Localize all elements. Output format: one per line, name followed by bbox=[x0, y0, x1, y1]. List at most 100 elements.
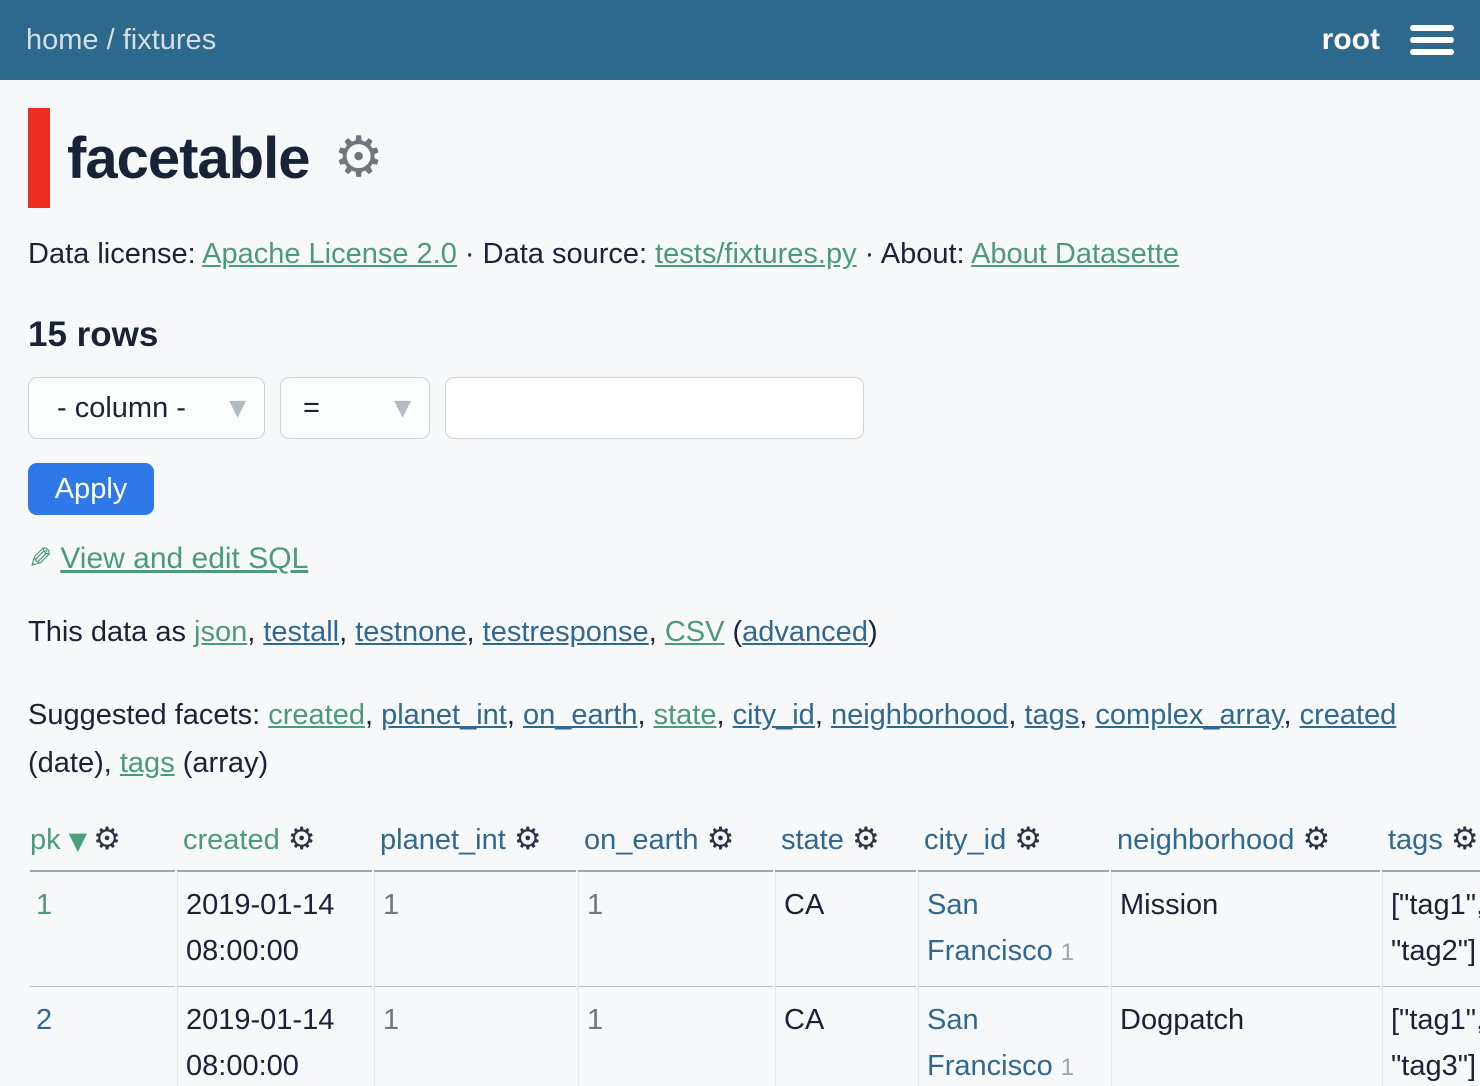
cell-pk: 2 bbox=[30, 987, 175, 1086]
column-options-gear-icon[interactable]: ⚙ bbox=[1451, 821, 1479, 857]
sort-pk-link[interactable]: pk bbox=[30, 824, 61, 856]
export-testall-link[interactable]: testall bbox=[263, 616, 339, 648]
cell-state: CA bbox=[775, 987, 916, 1086]
facet-tags-array-link[interactable]: tags bbox=[120, 747, 175, 779]
source-link[interactable]: tests/fixtures.py bbox=[655, 238, 856, 270]
table-row: 1 2019-01-14 08:00:00 1 1 CA San Francis… bbox=[30, 872, 1480, 987]
facet-complex-array-link[interactable]: complex_array bbox=[1095, 699, 1283, 731]
cell-planet-int: 1 bbox=[374, 872, 576, 987]
cell-city-id: San Francisco 1 bbox=[918, 872, 1109, 987]
cell-state: CA bbox=[775, 872, 916, 987]
column-options-gear-icon[interactable]: ⚙ bbox=[852, 821, 880, 857]
facet-created-date-link[interactable]: created bbox=[1300, 699, 1397, 731]
city-count: 1 bbox=[1061, 939, 1074, 966]
hamburger-menu-icon[interactable] bbox=[1410, 23, 1454, 57]
facet-neighborhood-link[interactable]: neighborhood bbox=[831, 699, 1008, 731]
table-settings-gear-icon[interactable]: ⚙ bbox=[333, 130, 383, 186]
export-testresponse-link[interactable]: testresponse bbox=[483, 616, 649, 648]
cell-tags: ["tag1", "tag3"] bbox=[1382, 987, 1480, 1086]
breadcrumb-separator: / bbox=[99, 24, 123, 56]
column-options-gear-icon[interactable]: ⚙ bbox=[514, 821, 542, 857]
cell-created: 2019-01-14 08:00:00 bbox=[177, 987, 372, 1086]
column-header-created: created ⚙ bbox=[177, 815, 372, 872]
breadcrumb: home / fixtures bbox=[26, 24, 216, 57]
cell-created: 2019-01-14 08:00:00 bbox=[177, 872, 372, 987]
breadcrumb-home-link[interactable]: home bbox=[26, 24, 99, 56]
filter-column-select[interactable]: - column - ▼ bbox=[28, 377, 265, 439]
city-link[interactable]: San Francisco bbox=[927, 1004, 1053, 1082]
column-options-gear-icon[interactable]: ⚙ bbox=[93, 821, 121, 857]
page-header: facetable ⚙ bbox=[28, 108, 1480, 208]
cell-tags: ["tag1", "tag2"] bbox=[1382, 872, 1480, 987]
column-header-city-id: city_id ⚙ bbox=[918, 815, 1109, 872]
facet-state-link[interactable]: state bbox=[654, 699, 717, 731]
chevron-down-icon: ▼ bbox=[229, 396, 246, 421]
cell-city-id: San Francisco 1 bbox=[918, 987, 1109, 1086]
export-json-link[interactable]: json bbox=[194, 616, 247, 648]
column-options-gear-icon[interactable]: ⚙ bbox=[1302, 821, 1330, 857]
column-options-gear-icon[interactable]: ⚙ bbox=[707, 821, 735, 857]
column-header-planet-int: planet_int ⚙ bbox=[374, 815, 576, 872]
column-options-gear-icon[interactable]: ⚙ bbox=[288, 821, 316, 857]
filter-column-value: - column - bbox=[57, 392, 186, 425]
cell-neighborhood: Mission bbox=[1111, 872, 1380, 987]
sort-planet-int-link[interactable]: planet_int bbox=[380, 824, 506, 856]
view-edit-sql-link[interactable]: View and edit SQL bbox=[60, 542, 308, 575]
sort-on-earth-link[interactable]: on_earth bbox=[584, 824, 699, 856]
sort-descending-icon: ▼ bbox=[69, 827, 87, 855]
results-table: pk▼⚙ created ⚙ planet_int ⚙ on_earth ⚙ s… bbox=[28, 815, 1480, 1086]
sort-created-link[interactable]: created bbox=[183, 824, 280, 856]
breadcrumb-fixtures-link[interactable]: fixtures bbox=[123, 24, 216, 56]
export-formats-line: This data as json, testall, testnone, te… bbox=[28, 616, 1480, 649]
facet-created-link[interactable]: created bbox=[268, 699, 365, 731]
export-csv-link[interactable]: CSV bbox=[665, 616, 725, 648]
source-label: Data source: bbox=[483, 238, 655, 270]
about-label: About: bbox=[881, 238, 971, 270]
cell-on-earth: 1 bbox=[578, 987, 773, 1086]
export-advanced-link[interactable]: advanced bbox=[742, 616, 868, 648]
cell-pk: 1 bbox=[30, 872, 175, 987]
row-pk-link[interactable]: 2 bbox=[36, 1004, 52, 1036]
page-title: facetable bbox=[67, 125, 309, 192]
city-count: 1 bbox=[1061, 1054, 1074, 1081]
column-header-on-earth: on_earth ⚙ bbox=[578, 815, 773, 872]
filter-value-input[interactable] bbox=[445, 377, 864, 439]
top-navigation-bar: home / fixtures root bbox=[0, 0, 1480, 80]
apply-button[interactable]: Apply bbox=[28, 463, 154, 515]
suggested-facets-line: Suggested facets: created, planet_int, o… bbox=[28, 691, 1458, 787]
accent-bar bbox=[28, 108, 50, 208]
facet-tags-link[interactable]: tags bbox=[1024, 699, 1079, 731]
pencil-icon: ✎ bbox=[28, 541, 52, 575]
export-testnone-link[interactable]: testnone bbox=[355, 616, 466, 648]
metadata-line: Data license: Apache License 2.0 · Data … bbox=[28, 238, 1480, 271]
row-count: 15 rows bbox=[28, 315, 1480, 355]
sql-link-row: ✎View and edit SQL bbox=[28, 541, 1480, 576]
license-label: Data license: bbox=[28, 238, 202, 270]
logged-in-user[interactable]: root bbox=[1322, 23, 1380, 57]
filter-row: - column - ▼ = ▼ bbox=[28, 377, 1480, 439]
column-header-state: state ⚙ bbox=[775, 815, 916, 872]
table-row: 2 2019-01-14 08:00:00 1 1 CA San Francis… bbox=[30, 987, 1480, 1086]
column-header-tags: tags ⚙ bbox=[1382, 815, 1480, 872]
chevron-down-icon: ▼ bbox=[394, 396, 411, 421]
column-header-pk: pk ▼⚙ bbox=[30, 815, 175, 872]
column-options-gear-icon[interactable]: ⚙ bbox=[1014, 821, 1042, 857]
cell-on-earth: 1 bbox=[578, 872, 773, 987]
about-link[interactable]: About Datasette bbox=[971, 238, 1179, 270]
sort-state-link[interactable]: state bbox=[781, 824, 844, 856]
filter-operator-value: = bbox=[303, 392, 320, 425]
sort-city-id-link[interactable]: city_id bbox=[924, 824, 1006, 856]
city-link[interactable]: San Francisco bbox=[927, 889, 1053, 967]
filter-operator-select[interactable]: = ▼ bbox=[280, 377, 430, 439]
column-header-neighborhood: neighborhood ⚙ bbox=[1111, 815, 1380, 872]
facet-city-id-link[interactable]: city_id bbox=[733, 699, 815, 731]
cell-planet-int: 1 bbox=[374, 987, 576, 1086]
row-pk-link[interactable]: 1 bbox=[36, 889, 52, 921]
license-link[interactable]: Apache License 2.0 bbox=[202, 238, 457, 270]
facet-on-earth-link[interactable]: on_earth bbox=[523, 699, 638, 731]
table-header-row: pk▼⚙ created ⚙ planet_int ⚙ on_earth ⚙ s… bbox=[30, 815, 1480, 872]
facet-planet-int-link[interactable]: planet_int bbox=[381, 699, 507, 731]
sort-neighborhood-link[interactable]: neighborhood bbox=[1117, 824, 1294, 856]
sort-tags-link[interactable]: tags bbox=[1388, 824, 1443, 856]
cell-neighborhood: Dogpatch bbox=[1111, 987, 1380, 1086]
